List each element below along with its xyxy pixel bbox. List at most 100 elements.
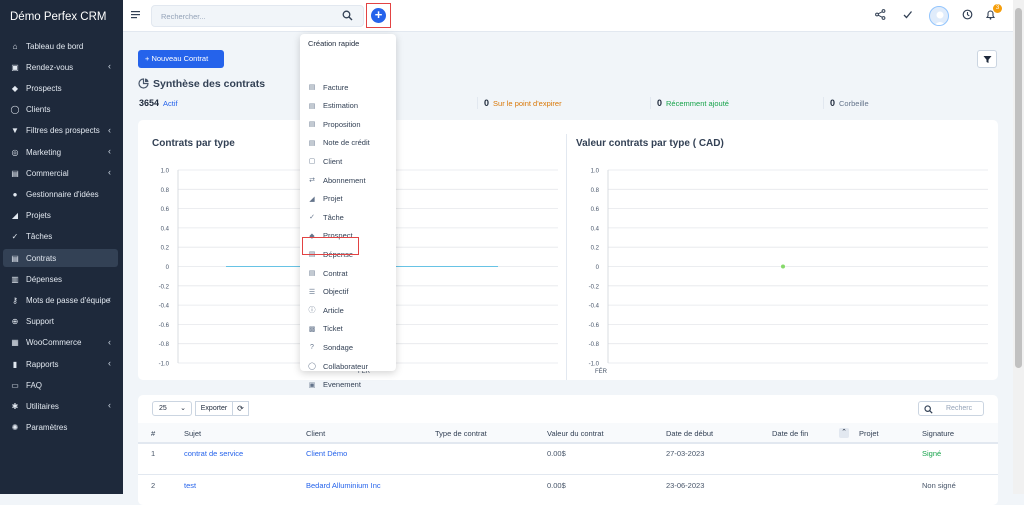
sidebar-item[interactable]: ✱ Utilitaires ‹ bbox=[0, 397, 123, 415]
clock-icon[interactable] bbox=[962, 9, 973, 20]
quick-create-item-label: Contrat bbox=[323, 268, 348, 278]
share-icon[interactable] bbox=[875, 9, 886, 20]
col-header-start[interactable]: Date de début bbox=[666, 429, 713, 438]
check-circle-icon: ✓ bbox=[309, 214, 315, 222]
quick-create-item[interactable]: ▩ Ticket bbox=[300, 321, 396, 337]
col-header-end[interactable]: Date de fin bbox=[772, 429, 808, 438]
sidebar-item[interactable]: ▦ WooCommerce ‹ bbox=[0, 334, 123, 352]
brand-logo[interactable]: Démo Perfex CRM bbox=[0, 0, 123, 34]
stat-trash[interactable]: 0 Corbeille bbox=[830, 98, 869, 108]
page-scrollbar[interactable] bbox=[1013, 0, 1024, 494]
sidebar-item[interactable]: ◎ Marketing ‹ bbox=[0, 143, 123, 161]
receipt-icon: ▥ bbox=[11, 274, 19, 284]
sidebar-item-label: Rapports bbox=[26, 359, 59, 369]
quick-create-item[interactable]: ▤ Contrat bbox=[300, 265, 396, 281]
sidebar-item[interactable]: ⌂ Tableau de bord bbox=[0, 37, 123, 55]
col-header-value[interactable]: Valeur du contrat bbox=[547, 429, 604, 438]
quick-create-item[interactable]: ▤ Facture bbox=[300, 79, 396, 95]
page-size-select[interactable]: 25 ⌄ bbox=[152, 401, 192, 416]
sidebar-item[interactable]: ▭ FAQ bbox=[0, 376, 123, 394]
row-client-link[interactable]: Client Démo bbox=[306, 449, 347, 458]
quick-create-item[interactable]: ▤ Proposition bbox=[300, 116, 396, 132]
sidebar-item[interactable]: ◢ Projets bbox=[0, 207, 123, 225]
search-icon[interactable] bbox=[342, 10, 353, 21]
sidebar-item[interactable]: ⊕ Support bbox=[0, 313, 123, 331]
col-header-type[interactable]: Type de contrat bbox=[435, 429, 487, 438]
tag-icon: ◆ bbox=[11, 83, 19, 93]
sidebar-item[interactable]: ▣ Rendez-vous ‹ bbox=[0, 58, 123, 76]
sidebar-item-label: Dépenses bbox=[26, 274, 63, 284]
scrollbar-thumb[interactable] bbox=[1015, 8, 1022, 368]
sidebar-item[interactable]: ◆ Prospects bbox=[0, 79, 123, 97]
sidebar-item[interactable]: ▥ Dépenses bbox=[0, 270, 123, 288]
cogs-icon: ✱ bbox=[11, 401, 19, 411]
filter-icon bbox=[983, 56, 991, 63]
quick-create-item[interactable]: ✓ Tâche bbox=[300, 209, 396, 225]
file-icon: ▤ bbox=[308, 121, 316, 129]
sidebar-item[interactable]: ⚷ Mots de passe d'équipe ‹ bbox=[0, 291, 123, 309]
quick-create-item[interactable]: ▤ Note de crédit bbox=[300, 135, 396, 151]
file-icon: ▤ bbox=[308, 270, 316, 277]
quick-create-item[interactable]: ▣ Evenement bbox=[300, 377, 396, 393]
avatar[interactable] bbox=[929, 6, 949, 26]
chevron-left-icon: ‹ bbox=[108, 294, 111, 305]
quick-create-item-label: Tâche bbox=[323, 212, 344, 222]
quick-create-item[interactable]: ⓘ Article bbox=[300, 302, 396, 318]
sidebar-item[interactable]: ▮ Rapports ‹ bbox=[0, 355, 123, 373]
row-subject-link[interactable]: contrat de service bbox=[184, 449, 243, 458]
sidebar-item-label: Commercial bbox=[26, 168, 69, 178]
topbar: Rechercher... + 3 bbox=[123, 0, 1013, 32]
quick-create-item[interactable]: ▢ Client bbox=[300, 153, 396, 169]
quick-create-item-label: Sondage bbox=[323, 342, 354, 352]
sidebar-item[interactable]: ◯ Clients bbox=[0, 101, 123, 119]
quick-create-item[interactable]: ☰ Objectif bbox=[300, 284, 396, 300]
quick-create-item[interactable]: ◯ Collaborateur bbox=[300, 358, 396, 374]
filter-button[interactable] bbox=[977, 50, 997, 68]
refresh-button[interactable]: ⟳ bbox=[233, 401, 249, 416]
check-icon[interactable] bbox=[902, 9, 913, 20]
col-header-project[interactable]: Projet bbox=[859, 429, 879, 438]
menu-toggle-icon[interactable] bbox=[131, 10, 140, 19]
stat-active[interactable]: 3654 Actif bbox=[139, 98, 178, 108]
quick-create-item[interactable]: ⇄ Abonnement bbox=[300, 172, 396, 188]
col-header-num[interactable]: # bbox=[151, 429, 155, 438]
chart-title: Contrats par type bbox=[152, 138, 235, 149]
row-subject-link[interactable]: test bbox=[184, 481, 196, 490]
new-contract-button[interactable]: + Nouveau Contrat bbox=[138, 50, 224, 68]
page-size-value: 25 bbox=[159, 405, 167, 412]
chevron-down-icon: ⌄ bbox=[180, 405, 186, 412]
col-header-subject[interactable]: Sujet bbox=[184, 429, 201, 438]
sidebar-item[interactable]: ✺ Paramètres bbox=[0, 419, 123, 437]
col-header-signature[interactable]: Signature bbox=[922, 429, 954, 438]
stat-label: Récemment ajouté bbox=[666, 99, 729, 108]
data-point[interactable] bbox=[781, 264, 785, 269]
sidebar-item[interactable]: ▼ Filtres des prospects ‹ bbox=[0, 122, 123, 140]
sort-icon[interactable]: ⌃ bbox=[839, 428, 849, 438]
stat-value: 0 bbox=[830, 98, 836, 108]
sidebar-item[interactable]: ▤ Contrats bbox=[3, 249, 118, 267]
stat-value: 3654 bbox=[139, 98, 160, 108]
y-tick-label: 0.6 bbox=[591, 207, 600, 213]
notification-badge: 3 bbox=[993, 4, 1002, 13]
quick-create-item[interactable]: ▤ Estimation bbox=[300, 98, 396, 114]
sidebar-item-label: Filtres des prospects bbox=[26, 126, 100, 136]
chevron-left-icon: ‹ bbox=[108, 167, 111, 178]
sidebar-item[interactable]: ✓ Tâches bbox=[0, 228, 123, 246]
sidebar-item[interactable]: ▤ Commercial ‹ bbox=[0, 164, 123, 182]
row-client-link[interactable]: Bedard Alluminium Inc bbox=[306, 481, 381, 490]
stat-expiring[interactable]: 0 Sur le point d'expirer bbox=[484, 98, 562, 108]
table-search-input[interactable]: Recherc bbox=[918, 401, 984, 416]
repeat-icon: ⇄ bbox=[309, 177, 315, 184]
col-header-client[interactable]: Client bbox=[306, 429, 325, 438]
quick-create-item[interactable]: ◢ Projet bbox=[300, 191, 396, 207]
stat-recent[interactable]: 0 Récemment ajouté bbox=[657, 98, 729, 108]
search-input[interactable]: Rechercher... bbox=[151, 5, 364, 27]
home-icon: ⌂ bbox=[12, 41, 18, 51]
quick-create-item[interactable]: ? Sondage bbox=[300, 339, 396, 355]
sidebar-item[interactable]: ● Gestionnaire d'idées bbox=[0, 185, 123, 203]
quick-create-button[interactable]: + bbox=[371, 8, 386, 23]
export-button[interactable]: Exporter bbox=[195, 401, 233, 416]
id-card-icon: ▢ bbox=[308, 158, 316, 166]
document-icon: ▤ bbox=[11, 253, 19, 263]
chevron-left-icon: ‹ bbox=[108, 358, 111, 368]
